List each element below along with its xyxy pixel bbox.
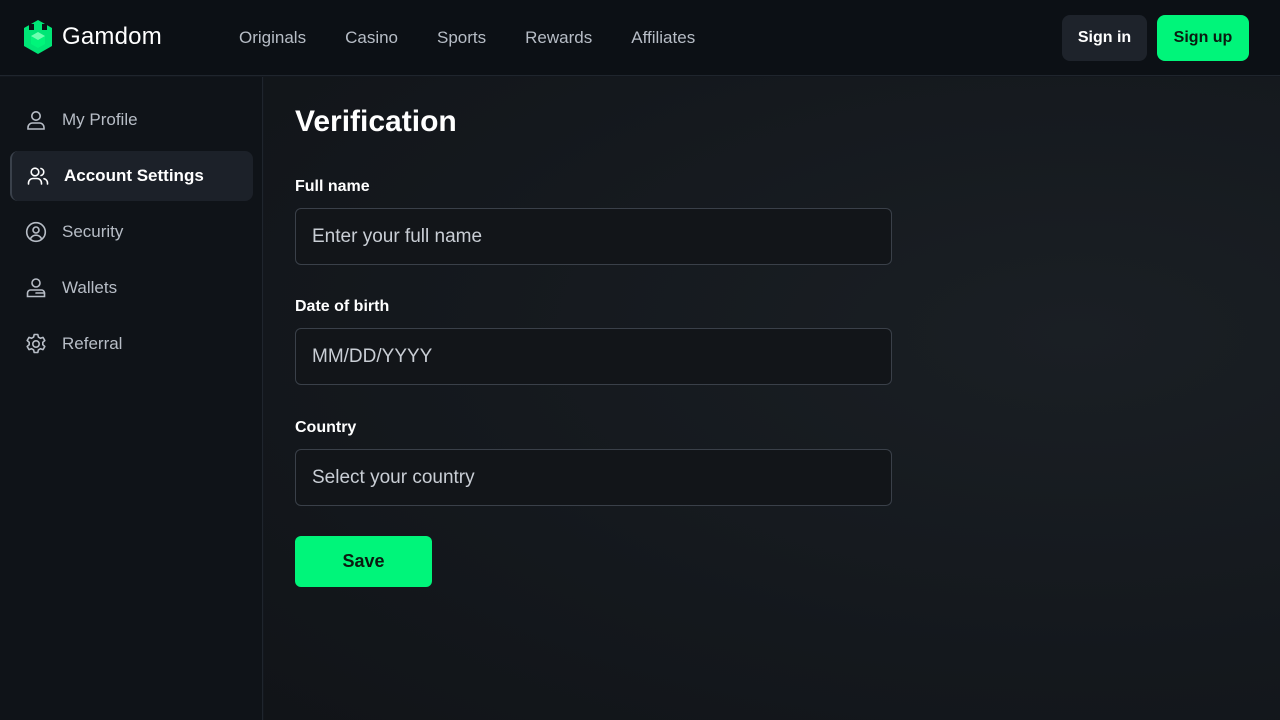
country-select[interactable]: [295, 449, 892, 506]
main-nav: Originals Casino Sports Rewards Affiliat…: [239, 0, 695, 76]
brand-logo[interactable]: Gamdom: [24, 20, 162, 54]
user-icon: [27, 111, 45, 130]
sidebar-item-account-settings[interactable]: Account Settings: [10, 151, 253, 201]
sidebar-item-referral[interactable]: Referral: [10, 319, 253, 369]
sidebar-item-label: Security: [62, 222, 124, 241]
date-of-birth-input[interactable]: [295, 328, 892, 385]
sidebar: My Profile Account Settings Security Wal…: [0, 77, 263, 720]
wallet-icon: [26, 278, 46, 298]
nav-item-originals[interactable]: Originals: [239, 28, 306, 48]
gamdom-logo-icon: [24, 20, 52, 54]
sidebar-item-label: Wallets: [62, 278, 118, 297]
save-button[interactable]: Save: [295, 536, 432, 587]
country-label: Country: [295, 419, 357, 436]
sign-up-button[interactable]: Sign up: [1157, 15, 1249, 61]
full-name-input[interactable]: [295, 208, 892, 265]
sidebar-item-wallets[interactable]: Wallets: [10, 263, 253, 313]
full-name-label: Full name: [295, 178, 370, 195]
user-circle-icon: [25, 221, 47, 243]
users-icon: [27, 167, 49, 185]
date-of-birth-label: Date of birth: [295, 298, 390, 315]
sidebar-item-security[interactable]: Security: [10, 207, 253, 257]
sidebar-item-label: Account Settings: [64, 166, 204, 185]
top-bar: Gamdom Originals Casino Sports Rewards A…: [0, 0, 1280, 76]
brand-name: Gamdom: [62, 23, 162, 50]
nav-item-rewards[interactable]: Rewards: [525, 28, 592, 48]
sidebar-item-my-profile[interactable]: My Profile: [10, 95, 253, 145]
nav-item-affiliates[interactable]: Affiliates: [631, 28, 695, 48]
sign-in-button[interactable]: Sign in: [1062, 15, 1147, 61]
sidebar-item-label: My Profile: [62, 110, 138, 129]
nav-item-casino[interactable]: Casino: [345, 28, 398, 48]
page-title: Verification: [295, 105, 457, 138]
main-content: Verification Full name Date of birth Cou…: [264, 77, 1280, 720]
gear-icon: [26, 333, 46, 354]
sidebar-item-label: Referral: [62, 334, 123, 353]
nav-item-sports[interactable]: Sports: [437, 28, 486, 48]
